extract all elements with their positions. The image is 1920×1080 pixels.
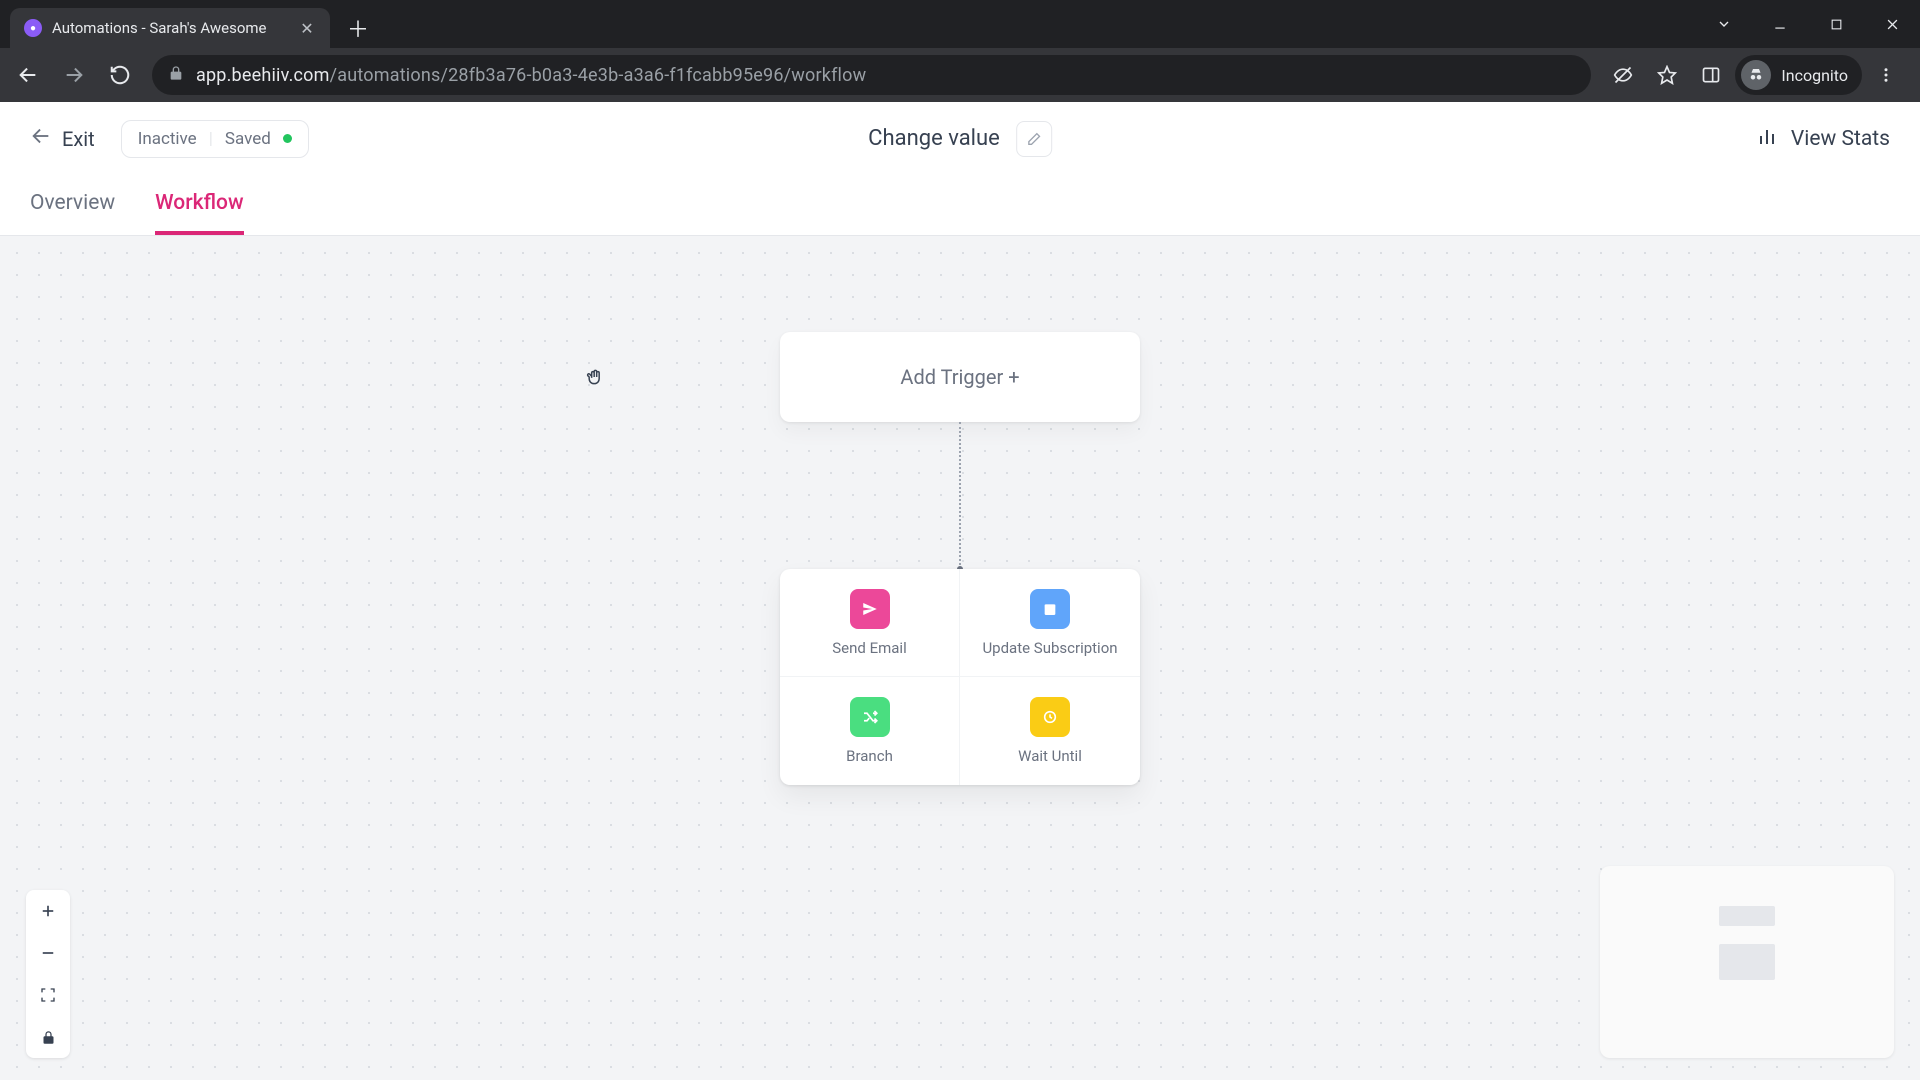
url-text: app.beehiiv.com/automations/28fb3a76-b0a…	[196, 65, 866, 86]
minimize-button[interactable]	[1752, 4, 1808, 44]
browser-tab-strip: ● Automations - Sarah's Awesome ✕ ＋	[0, 0, 1920, 48]
lock-icon	[168, 65, 184, 85]
back-arrow-icon	[30, 125, 52, 152]
automation-title: Change value	[868, 126, 1000, 151]
page-tabs: Overview Workflow	[0, 176, 1920, 236]
status-pill: Inactive | Saved	[121, 120, 309, 158]
fit-view-button[interactable]	[26, 974, 70, 1016]
url-host: app.beehiiv.com	[196, 65, 330, 86]
browser-menu-button[interactable]	[1866, 55, 1906, 95]
browser-toolbar: app.beehiiv.com/automations/28fb3a76-b0a…	[0, 48, 1920, 102]
action-send-email[interactable]: Send Email	[780, 569, 960, 677]
lock-canvas-button[interactable]	[26, 1016, 70, 1058]
side-panel-icon[interactable]	[1691, 55, 1731, 95]
browser-tab[interactable]: ● Automations - Sarah's Awesome ✕	[10, 8, 330, 48]
minimap[interactable]	[1600, 866, 1894, 1058]
reload-button[interactable]	[100, 55, 140, 95]
view-stats-button[interactable]: View Stats	[1755, 124, 1890, 154]
edit-title-button[interactable]	[1016, 121, 1052, 157]
workflow-canvas[interactable]: Add Trigger + Send Email Update Subscrip…	[0, 236, 1920, 1080]
title-center: Change value	[868, 121, 1052, 157]
favicon-icon: ●	[24, 19, 42, 37]
tab-workflow[interactable]: Workflow	[155, 191, 243, 235]
actions-picker: Send Email Update Subscription Branch Wa…	[780, 569, 1140, 785]
pipe-divider: |	[209, 129, 213, 149]
action-wait-until[interactable]: Wait Until	[960, 677, 1140, 785]
incognito-label: Incognito	[1781, 66, 1848, 85]
exit-button[interactable]: Exit	[30, 125, 95, 152]
bar-chart-icon	[1755, 124, 1779, 154]
clock-icon	[1030, 697, 1070, 737]
minimap-node	[1719, 944, 1775, 980]
incognito-icon	[1741, 60, 1771, 90]
nav-back-button[interactable]	[8, 55, 48, 95]
window-controls	[1696, 0, 1920, 48]
grab-cursor-icon	[585, 367, 605, 392]
zoom-in-button[interactable]	[26, 890, 70, 932]
edge-line	[959, 422, 961, 569]
zoom-out-button[interactable]	[26, 932, 70, 974]
tab-search-button[interactable]	[1696, 4, 1752, 44]
action-label: Send Email	[832, 639, 906, 657]
toolbar-right: Incognito	[1603, 55, 1912, 95]
zoom-controls	[26, 890, 70, 1058]
calendar-icon	[1030, 589, 1070, 629]
shuffle-icon	[850, 697, 890, 737]
tab-overview[interactable]: Overview	[30, 191, 115, 235]
maximize-button[interactable]	[1808, 4, 1864, 44]
tracking-protection-icon[interactable]	[1603, 55, 1643, 95]
close-window-button[interactable]	[1864, 4, 1920, 44]
add-trigger-node[interactable]: Add Trigger +	[780, 332, 1140, 422]
app-header: Exit Inactive | Saved Change value View …	[0, 102, 1920, 176]
action-branch[interactable]: Branch	[780, 677, 960, 785]
action-update-subscription[interactable]: Update Subscription	[960, 569, 1140, 677]
view-stats-label: View Stats	[1791, 127, 1890, 151]
bookmark-star-icon[interactable]	[1647, 55, 1687, 95]
action-label: Wait Until	[1018, 747, 1082, 765]
action-label: Update Subscription	[982, 639, 1117, 657]
minimap-node	[1719, 906, 1775, 926]
exit-label: Exit	[62, 127, 95, 151]
address-bar[interactable]: app.beehiiv.com/automations/28fb3a76-b0a…	[152, 55, 1591, 95]
action-label: Branch	[846, 747, 893, 765]
app-page: Exit Inactive | Saved Change value View …	[0, 102, 1920, 1080]
url-path: /automations/28fb3a76-b0a3-4e3b-a3a6-f1f…	[330, 65, 867, 86]
saved-dot-icon	[283, 134, 292, 143]
add-trigger-label: Add Trigger +	[900, 365, 1019, 389]
nav-forward-button[interactable]	[54, 55, 94, 95]
incognito-indicator[interactable]: Incognito	[1735, 55, 1862, 95]
new-tab-button[interactable]: ＋	[340, 10, 376, 46]
send-icon	[850, 589, 890, 629]
close-tab-icon[interactable]: ✕	[298, 19, 316, 38]
tab-title: Automations - Sarah's Awesome	[52, 19, 288, 37]
status-inactive: Inactive	[138, 129, 197, 149]
status-saved: Saved	[225, 129, 271, 149]
